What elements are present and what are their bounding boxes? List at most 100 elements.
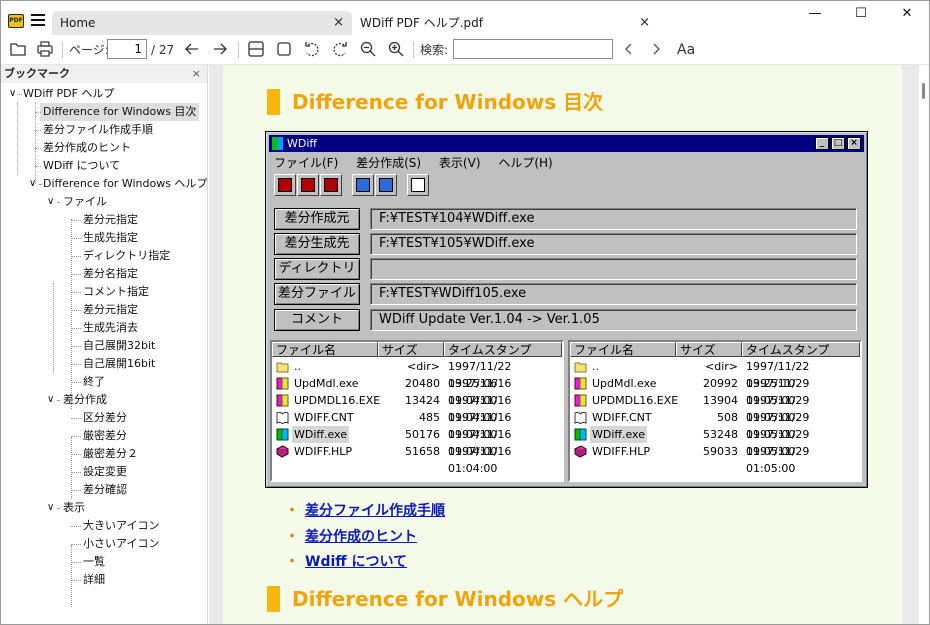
sidebar-item[interactable]: 自己展開16bit	[83, 355, 155, 373]
file-name: WDiff.exe	[292, 426, 349, 443]
tree-connector	[71, 562, 81, 563]
wdiff-field-button: コメント	[274, 309, 360, 331]
expand-toggle-icon[interactable]: ∨	[47, 391, 54, 409]
search-label: 検索:	[420, 43, 449, 57]
sidebar-item[interactable]: ディレクトリ指定	[83, 247, 170, 265]
rotate-left-icon[interactable]	[303, 40, 321, 60]
window-close-button[interactable]: ✕	[884, 3, 929, 25]
sidebar-item[interactable]: コメント指定	[83, 283, 149, 301]
sidebar-item[interactable]: ファイル	[63, 193, 107, 211]
wdiff-file-list-left: ファイル名 サイズ タイムスタンプ.. <dir> 1997/11/22 03:25:0…	[270, 340, 564, 482]
tab-pdf-document[interactable]: WDiff PDF ヘルプ.pdf ×	[352, 11, 658, 35]
app-window: PDF Home × WDiff PDF ヘルプ.pdf × — ☐ ✕ ページ…	[0, 0, 930, 625]
sidebar-item[interactable]: 大きいアイコン	[83, 517, 159, 535]
file-row: WDIFF.HLP 51658 1997/11/16 01:04:00	[272, 443, 562, 475]
sidebar-item[interactable]: 小さいアイコン	[83, 535, 159, 553]
tab-home[interactable]: Home ×	[52, 11, 352, 35]
link-diff-procedure[interactable]: 差分ファイル作成手順	[305, 503, 445, 519]
sidebar-item-label: 自己展開16bit	[83, 357, 156, 370]
sidebar-item-label: 厳密差分	[83, 429, 127, 442]
sidebar-item[interactable]: 表示	[63, 499, 85, 517]
sidebar-item-label: WDiff について	[43, 159, 121, 172]
search-input[interactable]	[453, 39, 613, 59]
file-size: 20992	[703, 377, 738, 390]
sidebar-close-icon[interactable]: ×	[192, 65, 201, 83]
tree-connector	[17, 94, 22, 95]
minimize-button[interactable]: —	[792, 3, 838, 25]
link-diff-hints[interactable]: 差分作成のヒント	[305, 529, 417, 545]
search-next-icon[interactable]	[648, 40, 664, 60]
expand-toggle-icon[interactable]: ∨	[47, 499, 54, 517]
search-previous-icon[interactable]	[621, 40, 637, 60]
previous-page-arrow-icon[interactable]	[183, 40, 201, 60]
tree-connector	[71, 328, 81, 329]
column-header-name: ファイル名	[272, 342, 378, 357]
sidebar-item-label: 差分元指定	[83, 213, 138, 226]
sidebar-item[interactable]: 生成先指定	[83, 229, 138, 247]
fit-width-icon[interactable]	[247, 40, 265, 60]
page-number-input[interactable]	[107, 39, 147, 59]
next-page-arrow-icon[interactable]	[211, 40, 229, 60]
sidebar-item[interactable]: WDiff について	[43, 157, 120, 175]
wdiff-title: WDiff	[287, 137, 317, 150]
sidebar-item[interactable]: 差分作成	[63, 391, 107, 409]
file-row: WDiff.exe 53248 1997/11/29 01:05:00	[570, 426, 860, 458]
tree-guide-line	[17, 103, 18, 175]
toolbar-divider	[238, 42, 239, 58]
sidebar-item[interactable]: 差分名指定	[83, 265, 138, 283]
folder-icon	[574, 360, 587, 373]
sidebar-item[interactable]: 自己展開32bit	[83, 337, 155, 355]
sidebar-item[interactable]: 区分差分	[83, 409, 127, 427]
rotate-right-icon[interactable]	[331, 40, 349, 60]
bullet: ・	[285, 529, 299, 545]
book-icon	[574, 411, 587, 425]
vertical-scrollbar[interactable]	[919, 65, 929, 624]
file-name: WDIFF.HLP	[294, 445, 353, 458]
sidebar-item[interactable]: Difference for Windows 目次	[40, 103, 200, 121]
tree-guide-line	[35, 103, 36, 184]
file-name: WDiff.exe	[590, 426, 647, 443]
sidebar-item[interactable]: 厳密差分２	[83, 445, 138, 463]
zoom-out-icon[interactable]	[359, 40, 377, 60]
maximize-button[interactable]: ☐	[838, 3, 884, 25]
zoom-in-icon[interactable]	[387, 40, 405, 60]
sidebar-item[interactable]: 差分確認	[83, 481, 127, 499]
fit-page-icon[interactable]	[275, 40, 293, 60]
wdiff-field-value: F:¥TEST¥104¥WDiff.exe	[370, 208, 857, 230]
link-about-wdiff[interactable]: Wdiff について	[305, 554, 407, 570]
sidebar-item[interactable]: 差分ファイル作成手順	[43, 121, 153, 139]
sidebar-item-label: 設定変更	[83, 465, 127, 478]
sidebar-item[interactable]: 生成先消去	[83, 319, 138, 337]
sidebar-item[interactable]: WDiff PDF ヘルプ	[23, 85, 114, 103]
sidebar-item[interactable]: 詳細	[83, 571, 105, 589]
file-size: <dir>	[407, 360, 440, 373]
sidebar-item[interactable]: 差分作成のヒント	[43, 139, 131, 157]
sidebar-item[interactable]: 終了	[83, 373, 105, 391]
sidebar-item[interactable]: 差分元指定	[83, 211, 138, 229]
file-size: 51658	[405, 445, 440, 458]
scrollbar-thumb[interactable]	[922, 83, 925, 99]
sidebar-item-label: WDiff PDF ヘルプ	[23, 87, 115, 100]
heading-text: Difference for Windows ヘルプ	[292, 587, 624, 611]
sidebar-item[interactable]: 一覧	[83, 553, 105, 571]
wdiff-menu-help: ヘルプ(H)	[498, 156, 553, 170]
sidebar-item[interactable]: Difference for Windows ヘルプ	[43, 175, 207, 193]
sidebar-item[interactable]: 厳密差分	[83, 427, 127, 445]
open-folder-icon[interactable]	[9, 40, 27, 60]
self-extract16-icon	[375, 174, 397, 196]
tab-close-icon[interactable]: ×	[333, 11, 344, 35]
sidebar-item-label: 差分ファイル作成手順	[43, 123, 153, 136]
hamburger-menu-icon[interactable]	[31, 14, 45, 27]
expand-toggle-icon[interactable]: ∨	[9, 85, 16, 103]
sidebar-item[interactable]: 差分元指定	[83, 301, 138, 319]
print-icon[interactable]	[36, 40, 54, 60]
expand-toggle-icon[interactable]: ∨	[47, 193, 54, 211]
tab-close-icon[interactable]: ×	[639, 11, 650, 35]
sidebar-item[interactable]: 設定変更	[83, 463, 127, 481]
font-settings-icon[interactable]: Aa	[677, 40, 695, 60]
sidebar-item-label: ディレクトリ指定	[83, 249, 171, 262]
heading-accent-bar	[267, 89, 280, 115]
pdf-app-icon: PDF	[8, 14, 24, 28]
tree-connector	[71, 220, 81, 221]
app-icon	[574, 428, 587, 441]
